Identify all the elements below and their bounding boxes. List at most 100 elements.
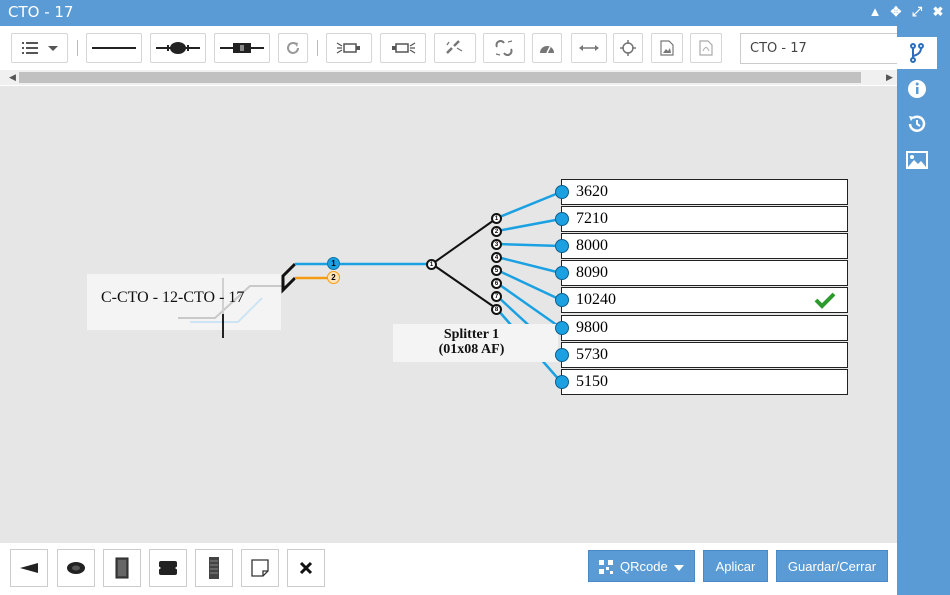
info-icon[interactable] [905, 77, 929, 101]
cabinet-icon [115, 557, 129, 579]
connector-button[interactable] [214, 33, 270, 63]
splitter-output-port[interactable]: 2 [491, 226, 502, 237]
closure-icon [157, 561, 179, 575]
qrcode-button[interactable]: QRcode [588, 550, 695, 582]
scroll-left-icon[interactable]: ◀ [9, 70, 16, 85]
output-port-dot[interactable] [555, 239, 569, 253]
output-port-dot[interactable] [555, 375, 569, 389]
add-note-button[interactable] [241, 549, 279, 587]
toolbar-divider [317, 40, 318, 56]
splice-button[interactable] [150, 33, 206, 63]
search-input[interactable]: CTO - 17 [740, 33, 897, 64]
apply-button[interactable]: Aplicar [703, 550, 768, 582]
save-close-button[interactable]: Guardar/Cerrar [776, 550, 888, 582]
splitter-output-port[interactable]: 3 [491, 239, 502, 250]
output-row[interactable]: 10240 [561, 287, 848, 313]
qrcode-label: QRcode [620, 559, 668, 574]
unlink-icon [446, 40, 463, 54]
unlink-button[interactable] [434, 33, 476, 63]
fiber-port-1[interactable]: 1 [327, 257, 340, 270]
branch-icon [910, 43, 924, 63]
output-port-dot[interactable] [555, 348, 569, 362]
draw-line-button[interactable] [86, 33, 142, 63]
splitter-output-port[interactable]: 5 [491, 265, 502, 276]
resize-horizontal-button[interactable] [571, 33, 607, 63]
splitter-output-port[interactable]: 4 [491, 252, 502, 263]
add-patch-panel-button[interactable] [195, 549, 233, 587]
sticky-note-icon [251, 559, 269, 577]
arrows-horizontal-icon [579, 45, 599, 51]
refresh-button[interactable] [278, 33, 308, 63]
scroll-right-icon[interactable]: ▶ [886, 70, 893, 85]
output-row[interactable]: 8090 [561, 260, 848, 286]
output-value: 5730 [576, 346, 608, 363]
pdf-file-icon [699, 40, 713, 56]
add-splice-button[interactable] [57, 549, 95, 587]
light-in-button[interactable] [326, 33, 372, 63]
toolbar: CTO - 17 [0, 26, 897, 70]
patch-panel-icon [209, 557, 219, 579]
chevron-down-icon [674, 565, 684, 571]
maximize-icon[interactable]: ⤢ [908, 3, 926, 21]
dashboard-icon [540, 46, 554, 54]
splitter-input-port[interactable]: 1 [426, 259, 437, 270]
fiber-port-2[interactable]: 2 [327, 271, 340, 284]
output-row[interactable]: 8000 [561, 233, 848, 259]
light-out-button[interactable] [380, 33, 426, 63]
cable-label: C-CTO - 12-CTO - 17 [101, 289, 245, 306]
output-port-dot[interactable] [555, 212, 569, 226]
splitter-output-port[interactable]: 1 [491, 213, 502, 224]
crosshair-icon [620, 40, 636, 56]
list-icon [21, 42, 58, 54]
output-row[interactable]: 9800 [561, 315, 848, 341]
meter-button[interactable] [532, 33, 562, 63]
line-icon [92, 47, 136, 49]
toolbar-divider [77, 40, 78, 56]
export-image-button[interactable] [651, 33, 683, 63]
splitter-output-port[interactable]: 6 [491, 278, 502, 289]
splitter-body [431, 217, 498, 310]
splitter-output-port[interactable]: 8 [491, 304, 502, 315]
qrcode-icon [599, 560, 613, 574]
refresh-icon [287, 42, 299, 54]
output-value: 9800 [576, 319, 608, 336]
output-row[interactable]: 5730 [561, 342, 848, 368]
move-icon[interactable]: ✥ [887, 3, 905, 21]
cable-bracket [281, 262, 297, 294]
output-port-dot[interactable] [555, 321, 569, 335]
scrollbar-thumb[interactable] [19, 72, 861, 83]
output-port-dot[interactable] [555, 185, 569, 199]
collapse-up-icon[interactable]: ▲ [866, 3, 884, 21]
connector-end-icon [20, 563, 38, 573]
bottom-toolbar: QRcode Aplicar Guardar/Cerrar [0, 543, 897, 595]
flashlight-in-icon [336, 42, 360, 54]
diagram-canvas[interactable]: C-CTO - 12-CTO - 17 1 2 1 1 2 3 4 5 6 7 … [0, 86, 897, 543]
output-row[interactable]: 5150 [561, 369, 848, 395]
output-port-dot[interactable] [555, 293, 569, 307]
horizontal-scrollbar[interactable]: ◀ ▶ [0, 70, 897, 85]
list-menu-button[interactable] [11, 33, 68, 63]
delete-button[interactable] [287, 549, 325, 587]
add-connector-end-button[interactable] [10, 549, 48, 587]
add-cabinet-button[interactable] [103, 549, 141, 587]
center-button[interactable] [613, 33, 643, 63]
output-row[interactable]: 3620 [561, 179, 848, 205]
sidebar-tab-diagram[interactable] [897, 37, 937, 69]
main-panel: CTO - 17 ◀ ▶ C-CTO - 12-CTO - 17 1 2 1 1… [0, 26, 897, 595]
output-value: 5150 [576, 373, 608, 390]
output-value: 7210 [576, 210, 608, 227]
splitter-output-port[interactable]: 7 [491, 291, 502, 302]
output-value: 10240 [576, 291, 616, 308]
output-row[interactable]: 7210 [561, 206, 848, 232]
export-pdf-button[interactable] [690, 33, 722, 63]
close-window-icon[interactable]: ✖ [929, 3, 947, 21]
delete-x-icon [299, 561, 313, 575]
link-button[interactable] [483, 33, 525, 63]
splitter-label-box[interactable]: Splitter 1 (01x08 AF) [393, 324, 558, 362]
splitter-name: Splitter 1 [443, 327, 500, 342]
history-icon[interactable] [905, 112, 929, 136]
splice-icon [156, 42, 200, 54]
add-closure-button[interactable] [149, 549, 187, 587]
output-port-dot[interactable] [555, 266, 569, 280]
image-icon[interactable] [905, 148, 929, 172]
